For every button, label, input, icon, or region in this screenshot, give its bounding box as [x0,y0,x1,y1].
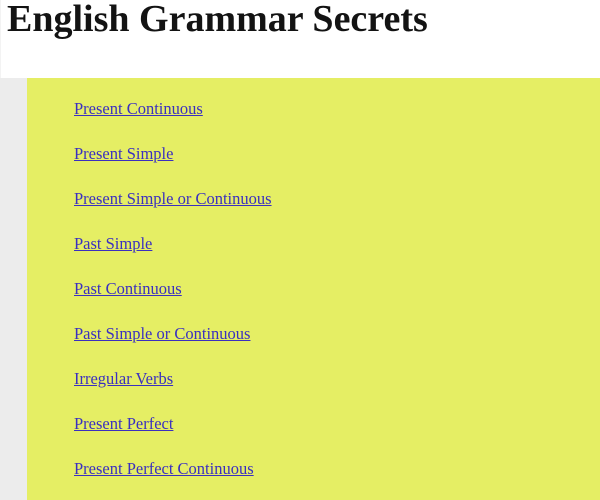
list-item: Present Simple [74,140,574,185]
left-gutter-strip [0,78,27,500]
link-present-simple[interactable]: Present Simple [74,144,173,163]
list-item: Present Continuous [74,95,574,140]
link-irregular-verbs[interactable]: Irregular Verbs [74,369,173,388]
link-past-continuous[interactable]: Past Continuous [74,279,182,298]
link-present-continuous[interactable]: Present Continuous [74,99,203,118]
link-present-simple-or-continuous[interactable]: Present Simple or Continuous [74,189,272,208]
link-past-simple[interactable]: Past Simple [74,234,152,253]
list-item: Present Simple or Continuous [74,185,574,230]
list-item: Past Simple or Continuous [74,320,574,365]
list-item: Past Continuous [74,275,574,320]
page-root: English Grammar Secrets Present Continuo… [0,0,600,500]
main-content: Present Continuous Present Simple Presen… [27,78,600,500]
list-item: Past Simple [74,230,574,275]
page-title: English Grammar Secrets [7,0,428,40]
list-item: Present Perfect Continuous [74,455,574,500]
grammar-topic-list: Present Continuous Present Simple Presen… [74,95,574,500]
list-item: Present Perfect [74,410,574,455]
list-item: Irregular Verbs [74,365,574,410]
link-past-simple-or-continuous[interactable]: Past Simple or Continuous [74,324,250,343]
page-header: English Grammar Secrets [0,0,600,78]
link-present-perfect[interactable]: Present Perfect [74,414,173,433]
link-present-perfect-continuous[interactable]: Present Perfect Continuous [74,459,254,478]
